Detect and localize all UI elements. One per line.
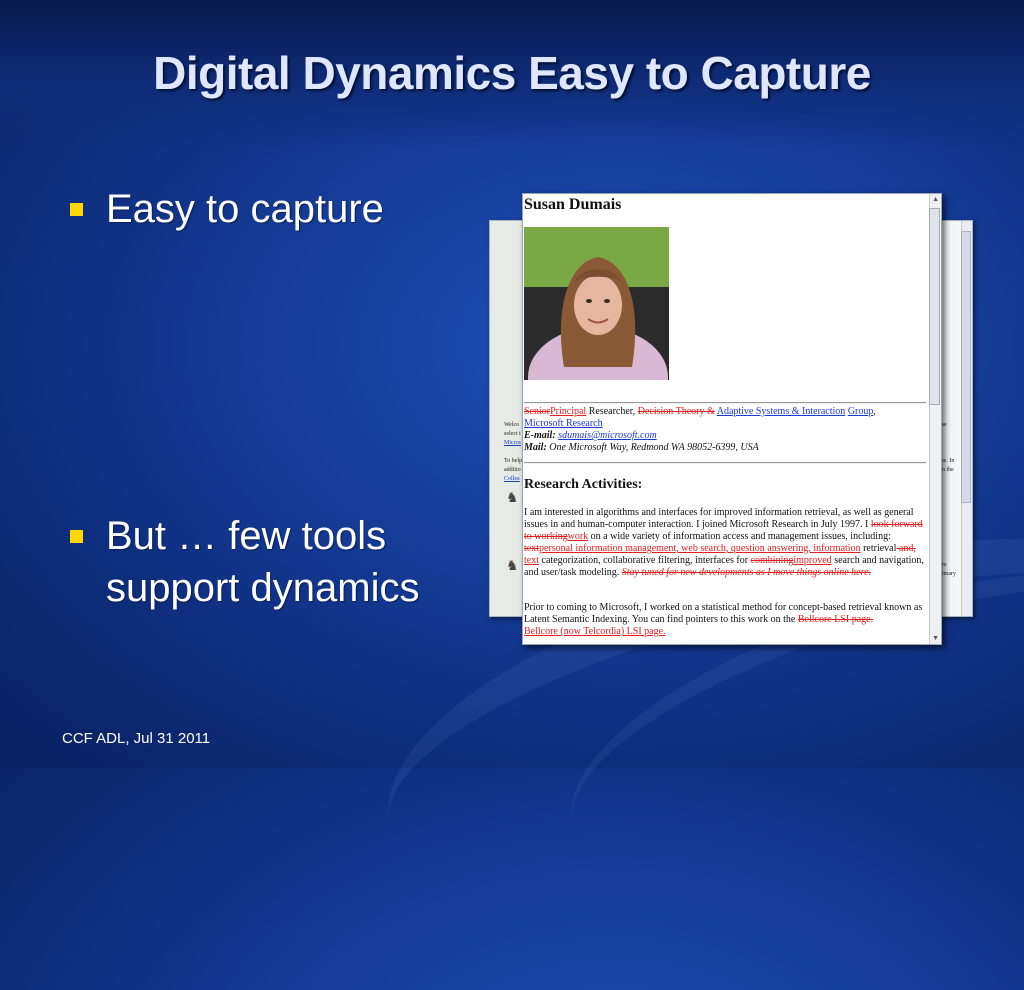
section-heading: Research Activities: <box>524 477 643 492</box>
slide-title: Digital Dynamics Easy to Capture <box>153 47 871 99</box>
text-fragment-link: Collea <box>504 476 520 482</box>
email-line: E-mail: sdumais@microsoft.com <box>524 430 928 442</box>
scroll-up-icon[interactable]: ▲ <box>932 195 939 203</box>
divider <box>524 402 926 404</box>
text-fragment: Welco <box>504 422 520 428</box>
bullet-text: Easy to capture <box>106 187 384 231</box>
removed-text: Bellcore LSI page. <box>797 614 874 625</box>
text-fragment: Researcher, <box>586 406 638 417</box>
added-text: Bellcore (now Telcordia) LSI page. <box>524 626 666 637</box>
added-text: Principal <box>550 406 587 417</box>
mail-address: One Microsoft Way, Redmond WA 98052-6399… <box>549 442 759 453</box>
slide-footer: CCF ADL, Jul 31 2011 <box>62 730 211 747</box>
scrollbar-thumb[interactable] <box>961 231 971 503</box>
webpage-screenshot-front: Susan Dumais SeniorPrincipal Researcher,… <box>522 193 942 645</box>
person-name: Susan Dumais <box>524 196 622 213</box>
figure-icon: ♞ <box>506 489 519 505</box>
group-link[interactable]: Group <box>848 406 874 417</box>
bullet-text: But … few tools support dynamics <box>106 514 420 610</box>
person-photo <box>524 227 669 380</box>
scroll-down-icon[interactable]: ▼ <box>932 634 939 642</box>
removed-text: and, <box>896 543 916 554</box>
added-text: improved <box>793 555 832 566</box>
email-label: E-mail: <box>524 430 556 441</box>
added-text: work <box>567 531 589 542</box>
bullet-square-icon <box>70 203 83 216</box>
removed-text: Decision Theory & <box>637 406 715 417</box>
removed-text: combining <box>750 555 794 566</box>
scrollbar[interactable] <box>961 221 972 616</box>
prior-work-paragraph: Prior to coming to Microsoft, I worked o… <box>524 602 928 638</box>
figure-icon: ♞ <box>506 557 519 573</box>
removed-text: text <box>524 543 539 554</box>
scrollbar[interactable]: ▲ ▼ <box>929 194 941 644</box>
text-fragment: select t <box>504 431 521 437</box>
bullet-item: But … few tools support dynamics <box>70 510 490 620</box>
bullet-square-icon <box>70 530 83 543</box>
bullet-item: Easy to capture <box>70 183 470 235</box>
text-fragment: retrieval <box>860 543 897 554</box>
text-fragment: additio <box>504 467 521 473</box>
affiliation-line: SeniorPrincipal Researcher, Decision The… <box>524 406 876 429</box>
removed-text: Senior <box>524 406 551 417</box>
org-link[interactable]: Microsoft Research <box>524 418 603 429</box>
added-text: personal information management, web sea… <box>539 543 861 554</box>
research-paragraph: I am interested in algorithms and interf… <box>524 507 928 579</box>
group-link[interactable]: Adaptive Systems & Interaction <box>717 406 846 417</box>
text-fragment: on a wide variety of information access … <box>588 531 891 542</box>
added-text: text <box>524 555 539 566</box>
mail-label: Mail: <box>524 442 547 453</box>
text-fragment-link: Micros <box>504 440 521 446</box>
scrollbar-thumb[interactable] <box>929 208 940 405</box>
text-fragment: categorization, collaborative filtering,… <box>539 555 751 566</box>
removed-text: Stay tuned for new developments as I mov… <box>621 567 872 578</box>
divider <box>524 462 926 464</box>
mail-line: Mail: One Microsoft Way, Redmond WA 9805… <box>524 442 928 454</box>
text-fragment: To help <box>504 458 523 464</box>
text-fragment: I am interested in algorithms and interf… <box>524 507 914 530</box>
email-link[interactable]: sdumais@microsoft.com <box>558 430 657 441</box>
